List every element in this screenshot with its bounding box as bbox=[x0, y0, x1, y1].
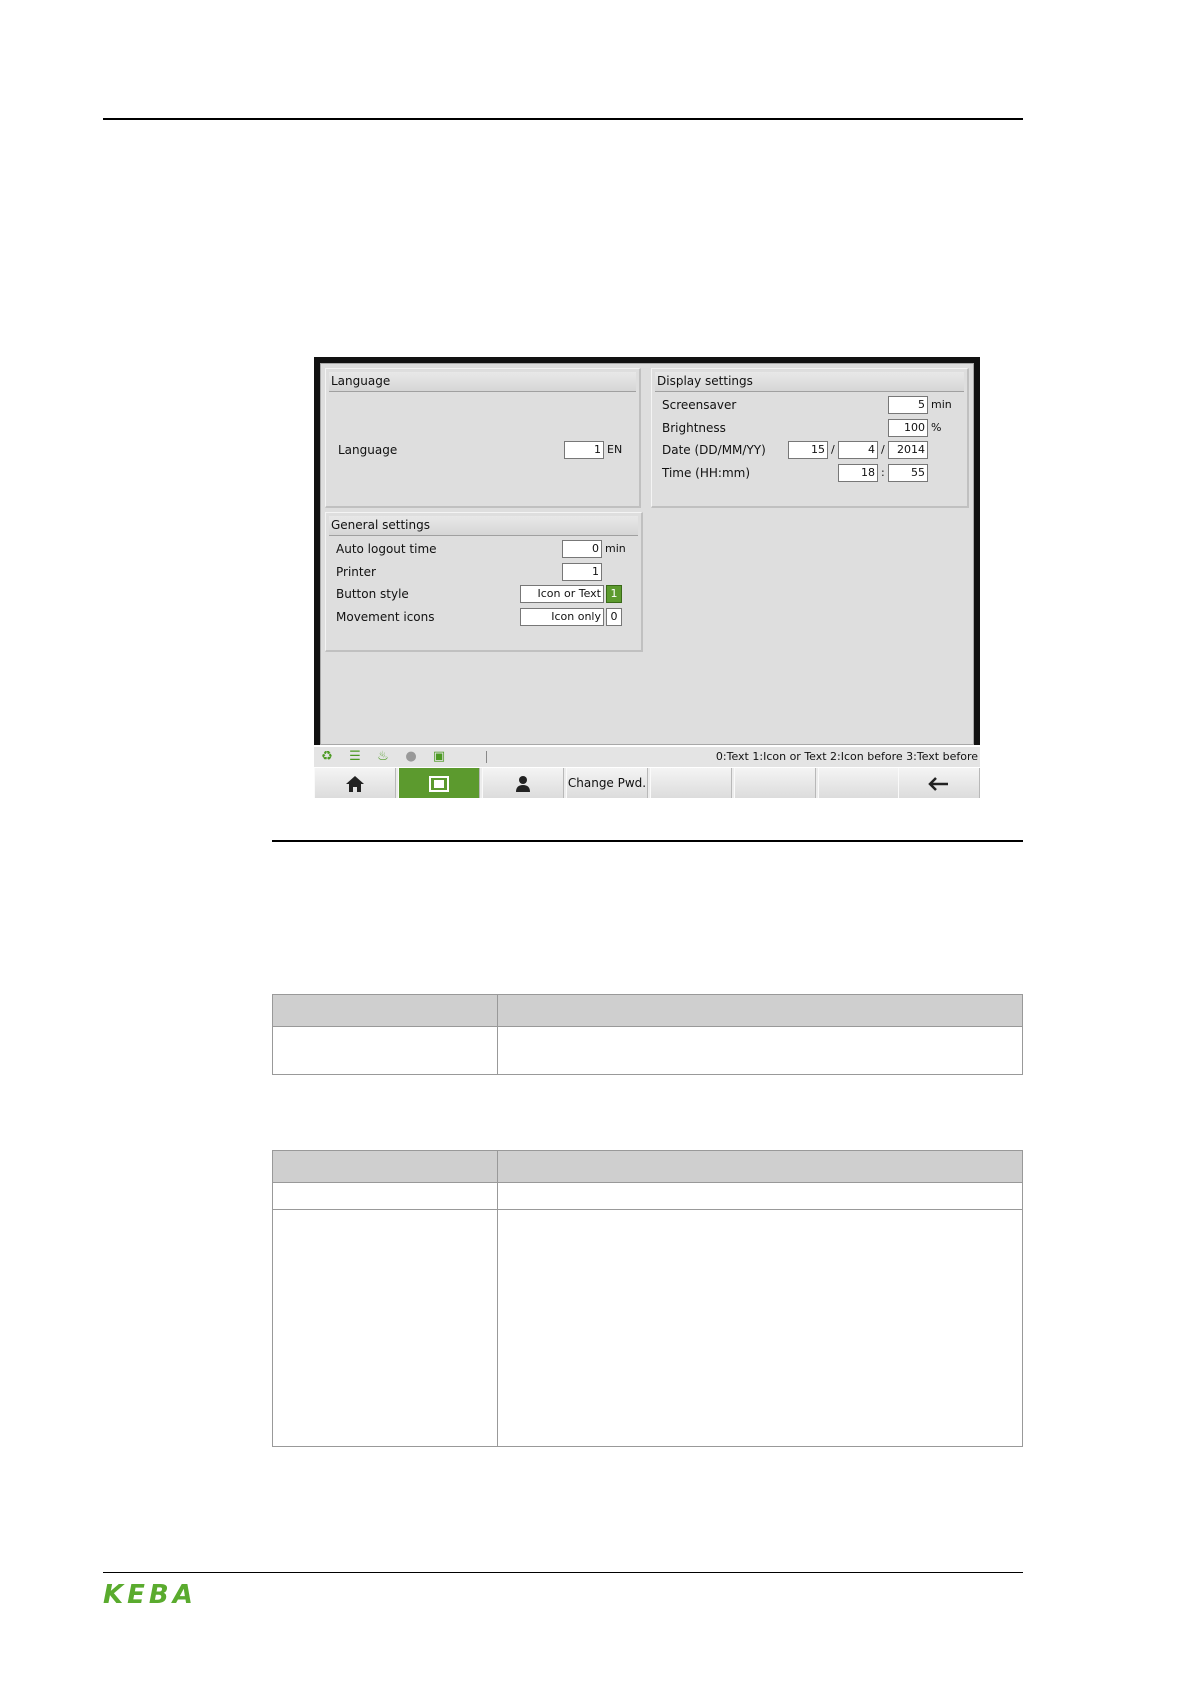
table-header-cell bbox=[272, 1150, 498, 1183]
mold-icon[interactable]: ▣ bbox=[430, 749, 448, 765]
brightness-input[interactable]: 100 bbox=[888, 419, 928, 437]
button-style-label: Button style bbox=[336, 587, 409, 601]
table-row bbox=[272, 1026, 1023, 1075]
table-row bbox=[272, 1209, 1023, 1447]
button-style-input[interactable]: 1 bbox=[606, 585, 622, 603]
back-button[interactable] bbox=[898, 768, 980, 798]
date-separator-2: / bbox=[881, 443, 885, 456]
movement-icons-input[interactable]: 0 bbox=[606, 608, 622, 626]
printer-input[interactable]: 1 bbox=[562, 563, 602, 581]
general-settings-panel: General settings Auto logout time 0 min … bbox=[325, 512, 643, 652]
button-style-text[interactable]: Icon or Text bbox=[520, 585, 604, 603]
user-icon bbox=[516, 775, 530, 792]
parameter-table-1 bbox=[272, 994, 1023, 1075]
table-header-cell bbox=[272, 994, 498, 1027]
hmi-screen-frame: Language Language 1 EN Display settings … bbox=[314, 357, 980, 745]
date-year-input[interactable]: 2014 bbox=[888, 441, 928, 459]
movement-icons-label: Movement icons bbox=[336, 610, 435, 624]
table-cell bbox=[272, 1182, 498, 1210]
time-label: Time (HH:mm) bbox=[662, 466, 751, 480]
home-icon bbox=[346, 775, 364, 792]
date-label: Date (DD/MM/YY) bbox=[662, 443, 766, 457]
movement-icons-text[interactable]: Icon only bbox=[520, 608, 604, 626]
date-day-input[interactable]: 15 bbox=[788, 441, 828, 459]
general-settings-title: General settings bbox=[329, 516, 638, 536]
back-arrow-icon bbox=[928, 776, 948, 791]
status-divider bbox=[486, 751, 487, 763]
language-panel: Language Language 1 EN bbox=[325, 368, 641, 508]
auto-logout-label: Auto logout time bbox=[336, 542, 437, 556]
language-input[interactable]: 1 bbox=[564, 441, 604, 459]
empty-soft-key-3[interactable] bbox=[818, 768, 900, 798]
change-password-button[interactable]: Change Pwd. bbox=[566, 768, 648, 798]
table-cell bbox=[272, 1209, 498, 1447]
list-icon[interactable]: ☰ bbox=[346, 749, 364, 765]
screensaver-input[interactable]: 5 bbox=[888, 396, 928, 414]
time-minute-input[interactable]: 55 bbox=[888, 464, 928, 482]
display-settings-panel: Display settings Screensaver 5 min Brigh… bbox=[651, 368, 969, 508]
hmi-content-area: Language Language 1 EN Display settings … bbox=[320, 363, 974, 745]
table-cell bbox=[497, 1026, 1023, 1075]
screen-icon bbox=[429, 775, 449, 792]
brightness-unit: % bbox=[931, 421, 942, 434]
date-month-input[interactable]: 4 bbox=[838, 441, 878, 459]
caption-rule bbox=[272, 840, 1023, 842]
date-separator-1: / bbox=[831, 443, 835, 456]
screensaver-unit: min bbox=[931, 398, 952, 411]
status-bar: ♻ ☰ ♨ ● ▣ 0:Text 1:Icon or Text 2:Icon b… bbox=[314, 747, 980, 767]
table-header-row bbox=[272, 994, 1023, 1027]
soft-key-bar: Change Pwd. bbox=[314, 768, 980, 798]
footer-rule bbox=[103, 1572, 1023, 1573]
printer-label: Printer bbox=[336, 565, 376, 579]
table-header-row bbox=[272, 1150, 1023, 1183]
parameter-table-2 bbox=[272, 1150, 1023, 1447]
table-cell bbox=[497, 1209, 1023, 1447]
home-button[interactable] bbox=[314, 768, 396, 798]
heating-icon[interactable]: ♨ bbox=[374, 749, 392, 765]
screen-settings-button[interactable] bbox=[398, 768, 480, 798]
drop-icon[interactable]: ● bbox=[402, 749, 420, 765]
table-row bbox=[272, 1182, 1023, 1210]
language-label: Language bbox=[338, 443, 398, 457]
table-cell bbox=[272, 1026, 498, 1075]
time-hour-input[interactable]: 18 bbox=[838, 464, 878, 482]
screensaver-label: Screensaver bbox=[662, 398, 737, 412]
empty-soft-key-2[interactable] bbox=[734, 768, 816, 798]
user-button[interactable] bbox=[482, 768, 564, 798]
keba-logo: KEBA bbox=[103, 1580, 197, 1610]
empty-soft-key-1[interactable] bbox=[650, 768, 732, 798]
status-hint: 0:Text 1:Icon or Text 2:Icon before 3:Te… bbox=[715, 750, 978, 763]
brightness-label: Brightness bbox=[662, 421, 726, 435]
display-settings-title: Display settings bbox=[655, 372, 964, 392]
language-code: EN bbox=[607, 443, 623, 456]
recycle-icon[interactable]: ♻ bbox=[318, 749, 336, 765]
auto-logout-input[interactable]: 0 bbox=[562, 540, 602, 558]
table-cell bbox=[497, 1182, 1023, 1210]
hmi-screenshot: Language Language 1 EN Display settings … bbox=[314, 357, 980, 802]
table-header-cell bbox=[497, 994, 1023, 1027]
table-header-cell bbox=[497, 1150, 1023, 1183]
time-separator: : bbox=[881, 466, 885, 479]
auto-logout-unit: min bbox=[605, 542, 626, 555]
language-panel-title: Language bbox=[329, 372, 636, 392]
header-rule bbox=[103, 118, 1023, 120]
